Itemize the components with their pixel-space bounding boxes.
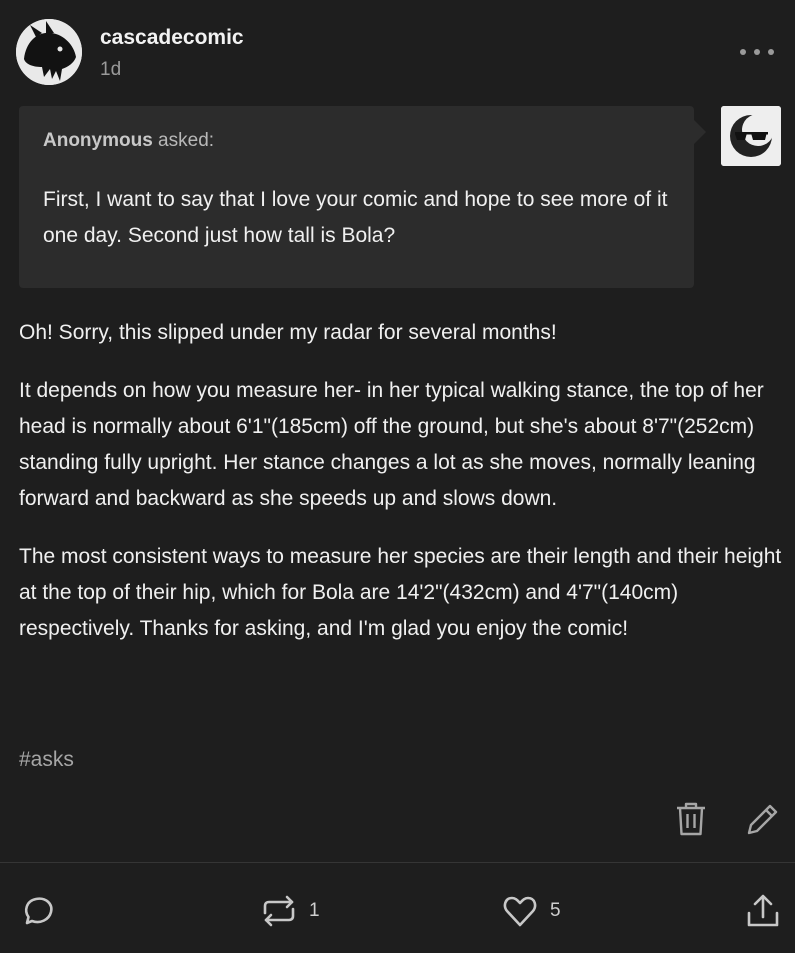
share-button[interactable] <box>745 893 781 929</box>
share-upload-icon <box>747 894 779 927</box>
blog-avatar[interactable] <box>16 19 82 85</box>
reblog-count: 1 <box>309 900 320 921</box>
answer-paragraph: It depends on how you measure her- in he… <box>19 379 764 510</box>
asked-label: asked: <box>152 130 215 151</box>
ask-question: First, I want to say that I love your co… <box>43 188 668 247</box>
more-options-button[interactable] <box>740 42 774 62</box>
speech-bubble-icon <box>24 897 53 925</box>
footer-divider <box>0 862 795 863</box>
answer-paragraph: Oh! Sorry, this slipped under my radar f… <box>19 321 557 344</box>
asker-avatar <box>721 106 781 166</box>
pencil-icon <box>747 804 778 835</box>
like-button[interactable]: 5 <box>502 893 561 929</box>
delete-button[interactable] <box>675 801 707 837</box>
edit-button[interactable] <box>745 801 781 837</box>
reply-button[interactable] <box>19 893 55 929</box>
ask-box: Anonymous asked: First, I want to say th… <box>19 106 706 288</box>
heart-icon <box>503 896 537 927</box>
tag-asks[interactable]: #asks <box>19 748 74 772</box>
blog-username[interactable]: cascadecomic <box>100 26 244 50</box>
ask-header: Anonymous asked: <box>43 130 670 152</box>
reblog-button[interactable]: 1 <box>261 893 320 929</box>
post-timestamp[interactable]: 1d <box>100 59 121 81</box>
answer-paragraph: The most consistent ways to measure her … <box>19 545 782 640</box>
reblog-icon <box>263 895 295 927</box>
like-count: 5 <box>550 900 561 921</box>
answer-body: Oh! Sorry, this slipped under my radar f… <box>19 315 784 669</box>
trash-icon <box>677 802 705 836</box>
asker-name[interactable]: Anonymous <box>43 130 153 151</box>
more-horizontal-icon <box>740 49 746 55</box>
